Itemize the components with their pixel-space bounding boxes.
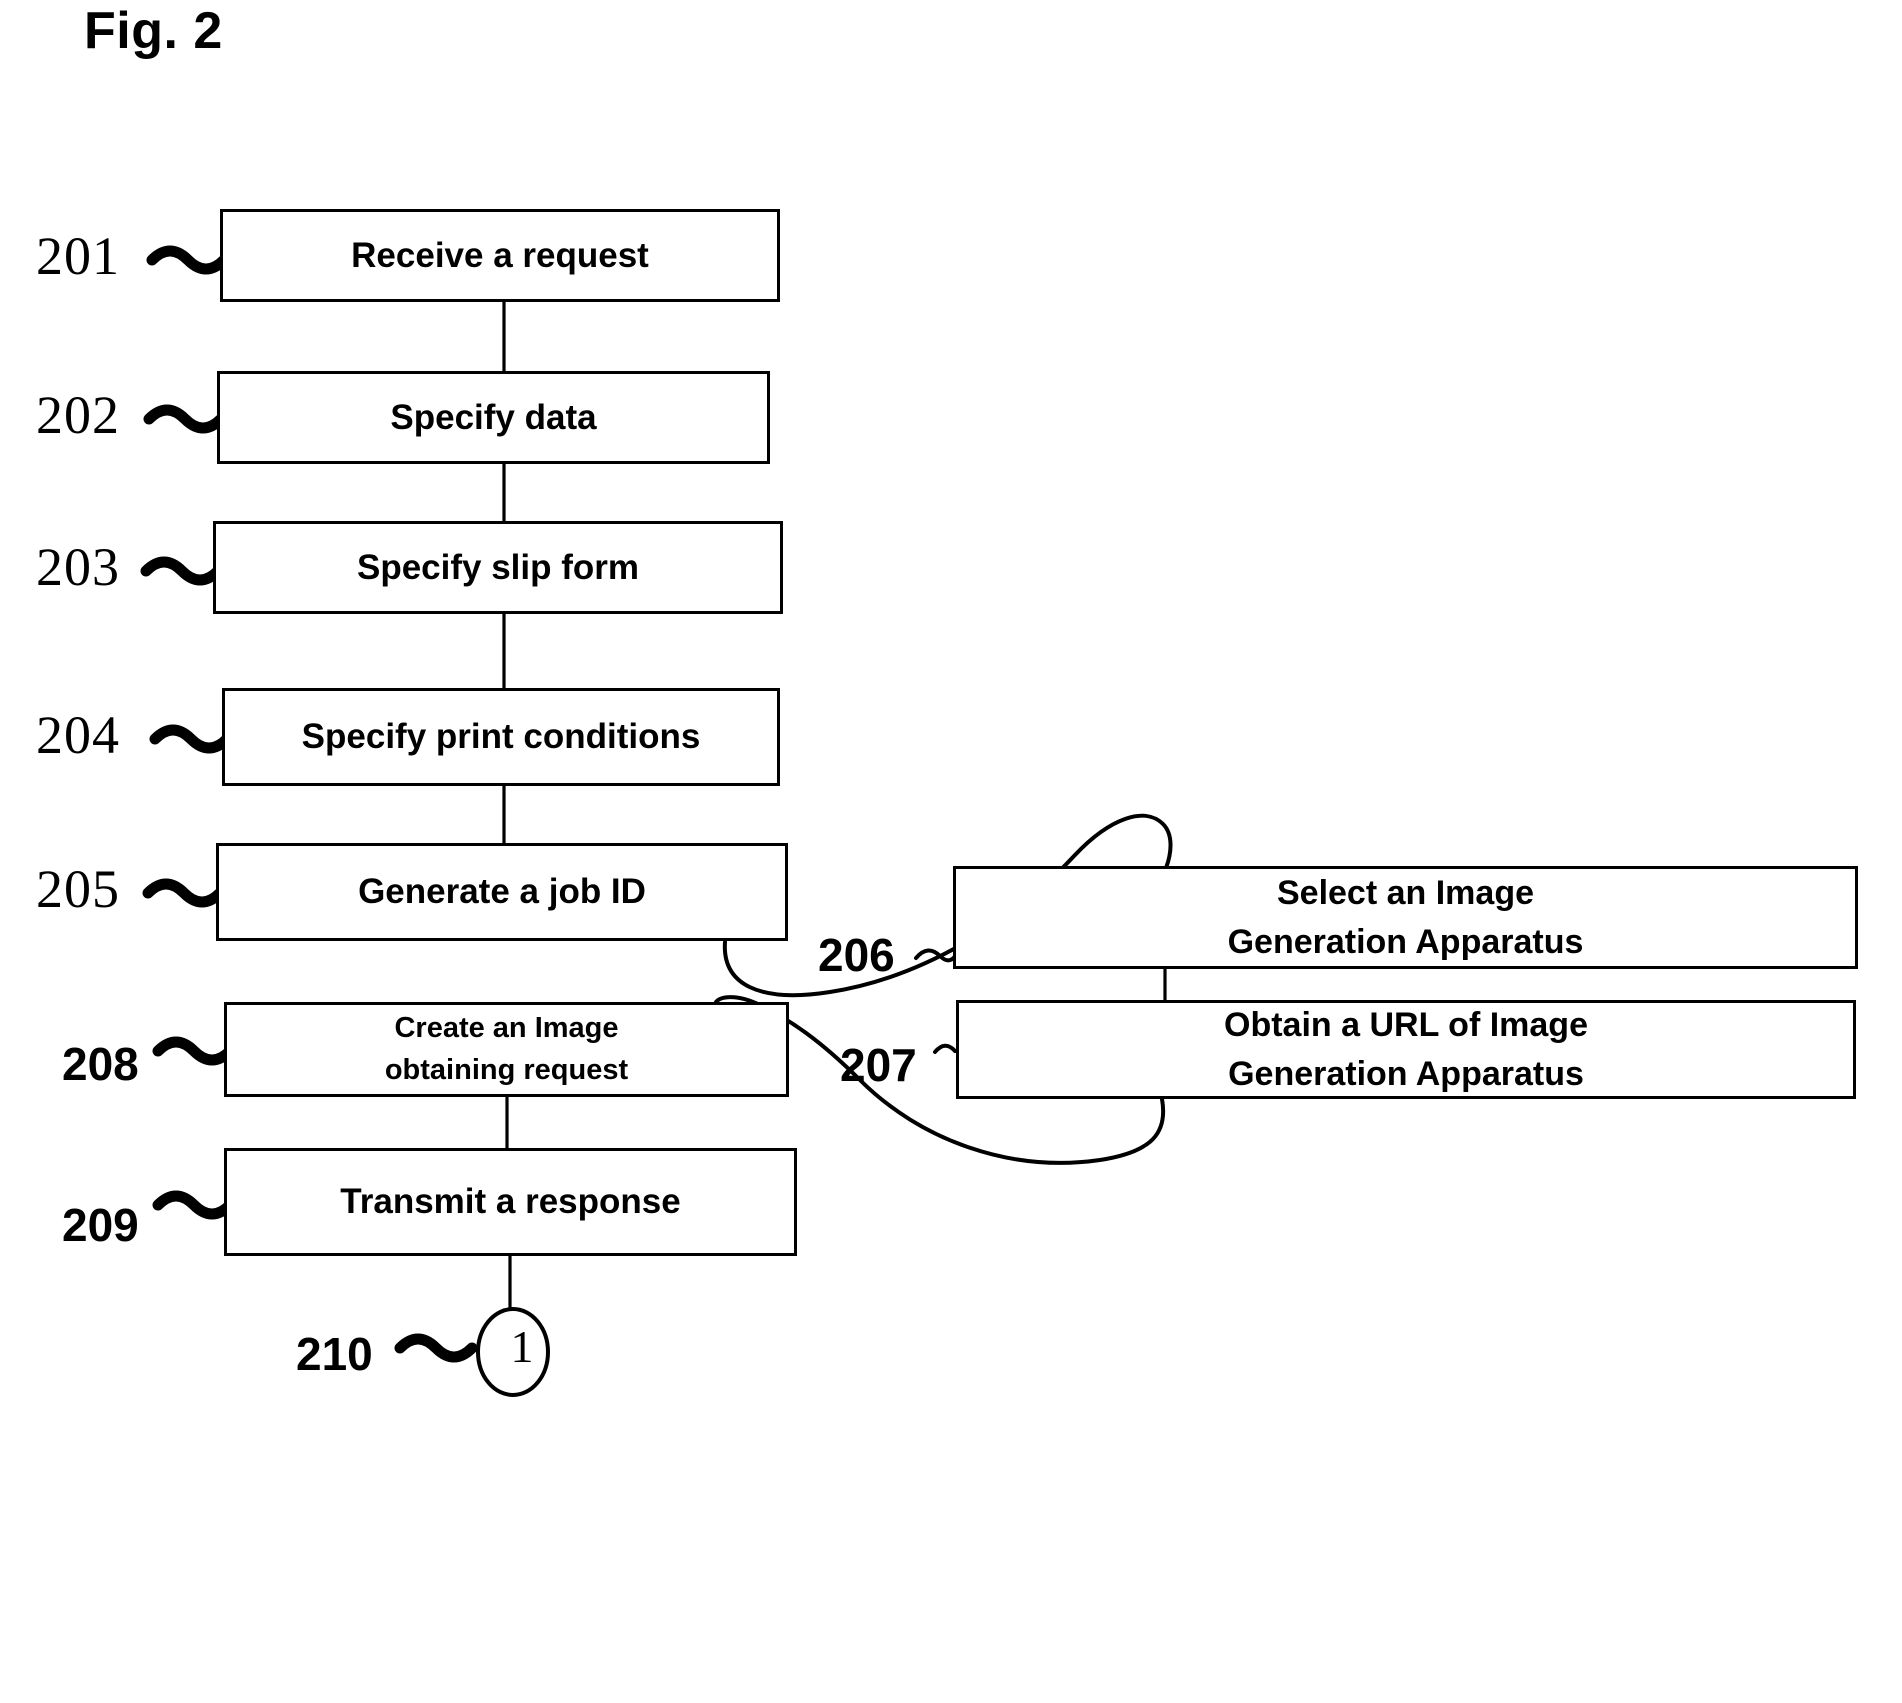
- step-box-201[interactable]: Receive a request: [220, 209, 780, 302]
- tilde-201: [146, 245, 230, 275]
- ref-number-210: 210: [296, 1328, 373, 1380]
- step-label-207-line1: Obtain a URL of Image: [1224, 1006, 1588, 1045]
- step-label-206-line1: Select an Image: [1276, 874, 1534, 913]
- ref-number-205: 205: [36, 859, 120, 919]
- step-label-205: Generate a job ID: [358, 872, 646, 912]
- tilde-203: [140, 556, 224, 586]
- step-box-207[interactable]: Obtain a URL of Image Generation Apparat…: [956, 1000, 1856, 1099]
- step-label-203: Specify slip form: [356, 547, 640, 587]
- figure-canvas: Fig. 2 Receive a request Specify data Sp…: [0, 0, 1902, 1703]
- step-label-208-line1: Create an Image: [394, 1012, 619, 1045]
- step-label-204: Specify print conditions: [301, 717, 701, 757]
- ref-number-207: 207: [840, 1039, 917, 1091]
- tilde-202: [143, 404, 227, 434]
- step-label-208-line2: obtaining request: [384, 1053, 629, 1086]
- step-label-207-line2: Generation Apparatus: [1228, 1054, 1584, 1093]
- step-box-208[interactable]: Create an Image obtaining request: [224, 1002, 789, 1097]
- figure-title: Fig. 2: [84, 2, 223, 60]
- tilde-209: [152, 1190, 236, 1220]
- step-label-206-line2: Generation Apparatus: [1227, 922, 1584, 961]
- tilde-210: [394, 1333, 478, 1363]
- tilde-204: [149, 724, 233, 754]
- ref-number-201: 201: [36, 226, 120, 286]
- ref-number-208: 208: [62, 1038, 139, 1090]
- ref-number-206: 206: [818, 929, 895, 981]
- step-box-205[interactable]: Generate a job ID: [216, 843, 788, 941]
- step-box-209[interactable]: Transmit a response: [224, 1148, 797, 1256]
- offpage-connector-label: 1: [510, 1321, 534, 1372]
- ref-number-209: 209: [62, 1199, 139, 1251]
- tilde-208: [152, 1036, 236, 1066]
- step-box-206[interactable]: Select an Image Generation Apparatus: [953, 866, 1858, 969]
- step-box-204[interactable]: Specify print conditions: [222, 688, 780, 786]
- step-label-201: Receive a request: [351, 235, 649, 275]
- ref-number-202: 202: [36, 385, 120, 445]
- tilde-207: [933, 1043, 957, 1054]
- tilde-205: [142, 878, 226, 908]
- ref-number-203: 203: [36, 537, 120, 597]
- step-box-203[interactable]: Specify slip form: [213, 521, 783, 614]
- ref-number-204: 204: [36, 705, 120, 765]
- step-label-209: Transmit a response: [340, 1182, 681, 1222]
- step-box-202[interactable]: Specify data: [217, 371, 770, 464]
- step-label-202: Specify data: [390, 397, 597, 437]
